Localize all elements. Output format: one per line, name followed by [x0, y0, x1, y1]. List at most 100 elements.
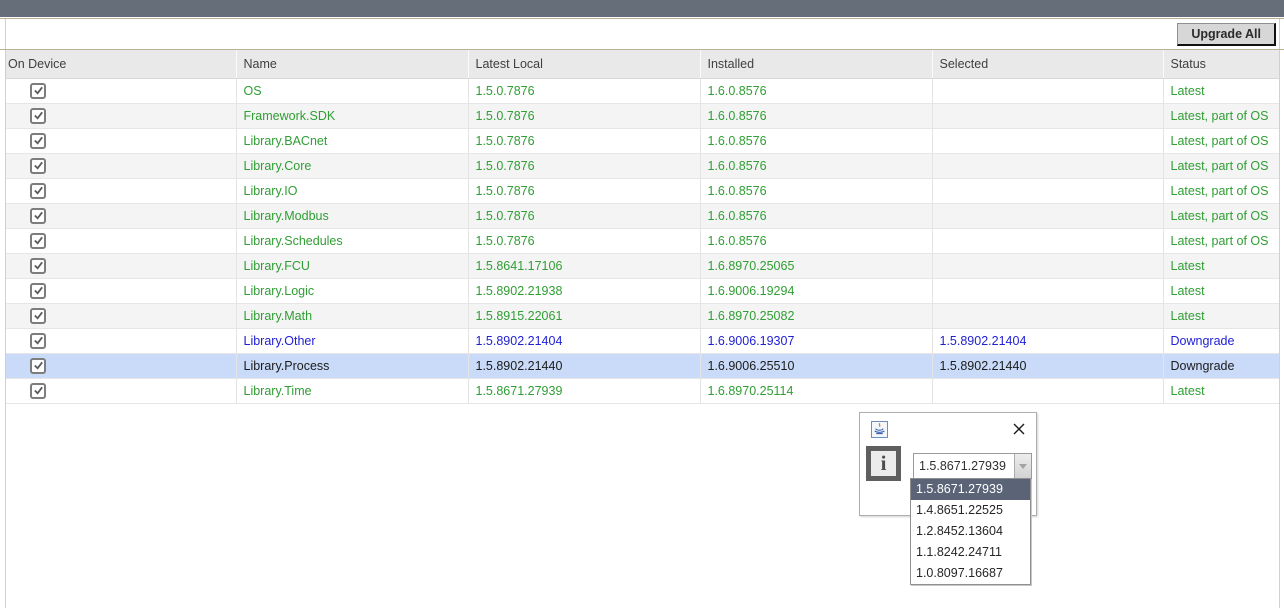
cell-selected [932, 203, 1163, 228]
cell-selected [932, 378, 1163, 403]
cell-name: Library.Schedules [236, 228, 468, 253]
on-device-cell [6, 128, 236, 153]
cell-name: Library.Process [236, 353, 468, 378]
version-dropdown-list: 1.5.8671.279391.4.8651.225251.2.8452.136… [910, 478, 1031, 585]
cell-latest-local: 1.5.8902.21404 [468, 328, 700, 353]
cell-latest-local: 1.5.0.7876 [468, 203, 700, 228]
cell-status: Downgrade [1163, 353, 1279, 378]
chevron-down-icon [1019, 464, 1027, 469]
on-device-cell [6, 328, 236, 353]
cell-installed: 1.6.9006.25510 [700, 353, 932, 378]
table-row[interactable]: Library.Modbus1.5.0.78761.6.0.8576Latest… [6, 203, 1279, 228]
cell-name: Library.IO [236, 178, 468, 203]
on-device-checkbox[interactable] [30, 258, 46, 274]
on-device-cell [6, 78, 236, 103]
cell-status: Latest, part of OS [1163, 128, 1279, 153]
cell-status: Latest [1163, 78, 1279, 103]
java-coffee-icon [871, 421, 888, 438]
cell-latest-local: 1.5.8902.21938 [468, 278, 700, 303]
table-row[interactable]: Library.BACnet1.5.0.78761.6.0.8576Latest… [6, 128, 1279, 153]
on-device-checkbox[interactable] [30, 308, 46, 324]
on-device-cell [6, 228, 236, 253]
cell-installed: 1.6.0.8576 [700, 128, 932, 153]
table-row[interactable]: Library.Logic1.5.8902.219381.6.9006.1929… [6, 278, 1279, 303]
on-device-cell [6, 178, 236, 203]
cell-status: Latest [1163, 378, 1279, 403]
cell-status: Latest [1163, 278, 1279, 303]
table-header-row: On DeviceNameLatest LocalInstalledSelect… [6, 50, 1279, 78]
combobox-dropdown-button[interactable] [1014, 454, 1031, 478]
table-row[interactable]: Library.Process1.5.8902.214401.6.9006.25… [6, 353, 1279, 378]
panel-right-border [1279, 19, 1280, 608]
cell-installed: 1.6.0.8576 [700, 228, 932, 253]
on-device-cell [6, 378, 236, 403]
cell-selected [932, 153, 1163, 178]
packages-table: On DeviceNameLatest LocalInstalledSelect… [6, 50, 1279, 404]
on-device-checkbox[interactable] [30, 108, 46, 124]
cell-selected [932, 128, 1163, 153]
cell-status: Latest, part of OS [1163, 178, 1279, 203]
version-combobox[interactable]: 1.5.8671.27939 [913, 453, 1032, 479]
on-device-checkbox[interactable] [30, 83, 46, 99]
on-device-checkbox[interactable] [30, 283, 46, 299]
on-device-checkbox[interactable] [30, 183, 46, 199]
cell-selected [932, 253, 1163, 278]
table-row[interactable]: Library.FCU1.5.8641.171061.6.8970.25065 L… [6, 253, 1279, 278]
version-option[interactable]: 1.4.8651.22525 [911, 500, 1030, 521]
table-row[interactable]: Library.IO1.5.0.78761.6.0.8576Latest, pa… [6, 178, 1279, 203]
cell-selected [932, 303, 1163, 328]
cell-latest-local: 1.5.8641.17106 [468, 253, 700, 278]
cell-status: Latest [1163, 253, 1279, 278]
on-device-checkbox[interactable] [30, 358, 46, 374]
cell-latest-local: 1.5.8671.27939 [468, 378, 700, 403]
table-row[interactable]: OS1.5.0.78761.6.0.8576Latest [6, 78, 1279, 103]
on-device-cell [6, 203, 236, 228]
upgrade-all-button[interactable]: Upgrade All [1177, 23, 1276, 46]
on-device-cell [6, 103, 236, 128]
on-device-checkbox[interactable] [30, 233, 46, 249]
table-row[interactable]: Library.Math1.5.8915.220611.6.8970.25082… [6, 303, 1279, 328]
version-option[interactable]: 1.1.8242.24711 [911, 542, 1030, 563]
table-body: OS1.5.0.78761.6.0.8576LatestFramework.SD… [6, 78, 1279, 403]
table-row[interactable]: Library.Time1.5.8671.279391.6.8970.25114… [6, 378, 1279, 403]
cell-name: Library.FCU [236, 253, 468, 278]
on-device-cell [6, 278, 236, 303]
on-device-checkbox[interactable] [30, 133, 46, 149]
table-row[interactable]: Library.Other1.5.8902.214041.6.9006.1930… [6, 328, 1279, 353]
cell-name: OS [236, 78, 468, 103]
cell-status: Latest, part of OS [1163, 103, 1279, 128]
cell-selected [932, 178, 1163, 203]
table-row[interactable]: Library.Schedules1.5.0.78761.6.0.8576Lat… [6, 228, 1279, 253]
version-option[interactable]: 1.5.8671.27939 [911, 479, 1030, 500]
on-device-checkbox[interactable] [30, 333, 46, 349]
column-header-installed[interactable]: Installed [700, 50, 932, 78]
column-header-status[interactable]: Status [1163, 50, 1279, 78]
cell-status: Latest, part of OS [1163, 228, 1279, 253]
cell-installed: 1.6.0.8576 [700, 178, 932, 203]
cell-selected [932, 278, 1163, 303]
column-header-latest-local[interactable]: Latest Local [468, 50, 700, 78]
cell-selected: 1.5.8902.21404 [932, 328, 1163, 353]
cell-name: Library.Logic [236, 278, 468, 303]
cell-installed: 1.6.9006.19307 [700, 328, 932, 353]
cell-name: Library.Core [236, 153, 468, 178]
cell-status: Latest, part of OS [1163, 203, 1279, 228]
cell-selected [932, 103, 1163, 128]
table-row[interactable]: Framework.SDK1.5.0.78761.6.0.8576Latest,… [6, 103, 1279, 128]
cell-latest-local: 1.5.0.7876 [468, 78, 700, 103]
version-option[interactable]: 1.0.8097.16687 [911, 563, 1030, 584]
on-device-checkbox[interactable] [30, 158, 46, 174]
on-device-checkbox[interactable] [30, 208, 46, 224]
cell-installed: 1.6.9006.19294 [700, 278, 932, 303]
column-header-on-device[interactable]: On Device [6, 50, 236, 78]
cell-installed: 1.6.8970.25065 [700, 253, 932, 278]
on-device-checkbox[interactable] [30, 383, 46, 399]
cell-name: Library.Other [236, 328, 468, 353]
cell-installed: 1.6.8970.25114 [700, 378, 932, 403]
column-header-selected[interactable]: Selected [932, 50, 1163, 78]
version-option[interactable]: 1.2.8452.13604 [911, 521, 1030, 542]
close-icon[interactable] [1010, 420, 1028, 438]
column-header-name[interactable]: Name [236, 50, 468, 78]
on-device-cell [6, 353, 236, 378]
table-row[interactable]: Library.Core1.5.0.78761.6.0.8576Latest, … [6, 153, 1279, 178]
